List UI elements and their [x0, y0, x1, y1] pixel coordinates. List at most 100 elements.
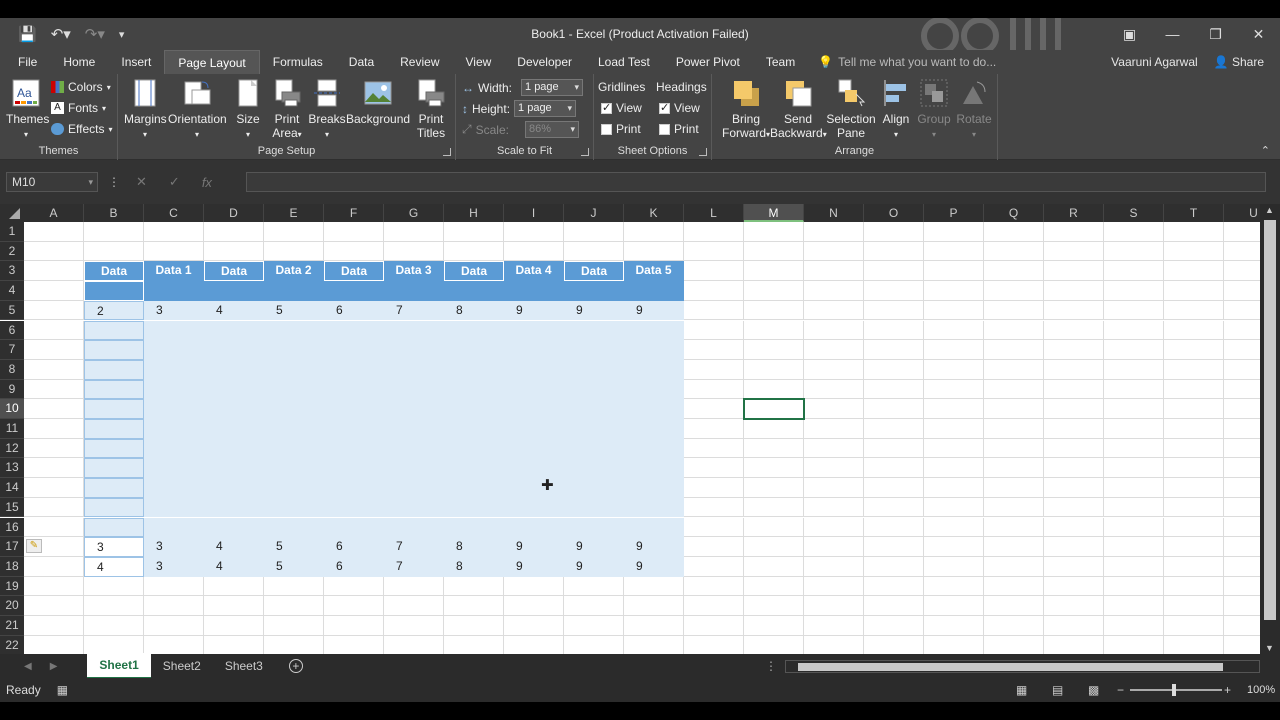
grid-cell[interactable] — [804, 300, 864, 321]
grid-cell[interactable] — [684, 281, 744, 301]
grid-cell[interactable] — [564, 596, 624, 616]
tab-developer[interactable]: Developer — [504, 50, 585, 74]
grid-cell[interactable] — [984, 241, 1044, 262]
table-cell[interactable] — [624, 419, 684, 439]
grid-cell[interactable] — [324, 635, 384, 656]
table-cell[interactable] — [264, 359, 324, 380]
grid-cell[interactable] — [1104, 616, 1164, 636]
grid-cell[interactable] — [144, 596, 204, 616]
grid-cell[interactable] — [684, 497, 744, 518]
table-header-cell[interactable] — [444, 281, 504, 301]
table-cell[interactable] — [444, 320, 504, 341]
grid-cell[interactable] — [324, 241, 384, 262]
grid-cell[interactable] — [864, 576, 924, 597]
group-button[interactable]: Group ▾ — [916, 78, 952, 142]
table-value-cell[interactable]: 5 — [264, 300, 324, 321]
row-header-17[interactable]: 17 — [0, 537, 24, 557]
grid-cell[interactable] — [984, 517, 1044, 538]
grid-cell[interactable] — [144, 241, 204, 262]
row-header-4[interactable]: 4 — [0, 281, 24, 301]
table-value-cell[interactable]: 6 — [324, 537, 384, 557]
grid-cell[interactable] — [864, 340, 924, 360]
collapse-ribbon-icon[interactable]: ⌃ — [1261, 144, 1270, 157]
table-cell[interactable] — [564, 359, 624, 380]
grid-cell[interactable] — [684, 478, 744, 498]
column-header-b[interactable]: B — [84, 204, 144, 222]
colors-button[interactable]: Colors ▾ — [51, 80, 111, 94]
table-cell[interactable] — [564, 517, 624, 538]
grid-cell[interactable] — [1104, 419, 1164, 439]
grid-cell[interactable] — [324, 596, 384, 616]
table-cell[interactable] — [624, 497, 684, 518]
grid-cell[interactable] — [984, 340, 1044, 360]
grid-cell[interactable] — [1164, 419, 1224, 439]
selection-pane-button[interactable]: Selection Pane — [826, 78, 876, 140]
grid-cell[interactable] — [864, 241, 924, 262]
grid-cell[interactable] — [624, 241, 684, 262]
grid-cell[interactable] — [1104, 241, 1164, 262]
grid-cell[interactable] — [804, 537, 864, 557]
table-cell[interactable] — [264, 399, 324, 419]
customize-qat-icon[interactable]: ▾ — [119, 28, 125, 41]
grid-cell[interactable] — [324, 222, 384, 242]
grid-cell[interactable] — [804, 517, 864, 538]
align-button[interactable]: Align ▾ — [878, 78, 914, 142]
grid-cell[interactable] — [1044, 596, 1104, 616]
table-cell[interactable] — [504, 419, 564, 439]
table-cell[interactable] — [204, 340, 264, 360]
table-value-cell[interactable]: 9 — [624, 300, 684, 321]
column-header-s[interactable]: S — [1104, 204, 1164, 222]
table-value-cell[interactable]: 9 — [564, 300, 624, 321]
grid-cell[interactable] — [1164, 222, 1224, 242]
table-cell[interactable] — [384, 379, 444, 400]
grid-cell[interactable] — [384, 635, 444, 656]
grid-cell[interactable] — [24, 596, 84, 616]
grid-cell[interactable] — [924, 359, 984, 380]
grid-cell[interactable] — [684, 458, 744, 479]
table-cell[interactable] — [324, 517, 384, 538]
column-header-i[interactable]: I — [504, 204, 564, 222]
table-cell[interactable] — [84, 438, 144, 459]
table-header-cell[interactable]: Data 3 — [384, 261, 444, 282]
table-header-cell[interactable]: Data 2 — [264, 261, 324, 282]
table-cell[interactable] — [324, 379, 384, 400]
grid-cell[interactable] — [24, 616, 84, 636]
row-header-12[interactable]: 12 — [0, 438, 24, 459]
table-cell[interactable] — [204, 320, 264, 341]
table-cell[interactable] — [264, 320, 324, 341]
grid-cell[interactable] — [744, 517, 804, 538]
breaks-button[interactable]: Breaks ▾ — [308, 78, 346, 142]
grid-cell[interactable] — [24, 576, 84, 597]
grid-cell[interactable] — [864, 222, 924, 242]
sheet-options-dialog-launcher[interactable] — [699, 148, 707, 156]
grid-cell[interactable] — [984, 616, 1044, 636]
grid-cell[interactable] — [684, 419, 744, 439]
grid-cell[interactable] — [984, 537, 1044, 557]
grid-cell[interactable] — [204, 596, 264, 616]
grid-cell[interactable] — [684, 537, 744, 557]
table-cell[interactable] — [384, 517, 444, 538]
grid-cell[interactable] — [924, 281, 984, 301]
grid-cell[interactable] — [864, 537, 924, 557]
grid-cell[interactable] — [24, 438, 84, 459]
grid-cell[interactable] — [24, 478, 84, 498]
grid-cell[interactable] — [744, 340, 804, 360]
grid-cell[interactable] — [1164, 340, 1224, 360]
table-value-cell[interactable]: 8 — [444, 556, 504, 577]
table-value-cell[interactable]: 3 — [144, 537, 204, 557]
grid-cell[interactable] — [864, 635, 924, 656]
grid-cell[interactable] — [1044, 241, 1104, 262]
table-cell[interactable] — [324, 497, 384, 518]
grid-cell[interactable] — [504, 241, 564, 262]
grid-cell[interactable] — [624, 596, 684, 616]
table-cell[interactable] — [444, 399, 504, 419]
grid-cell[interactable] — [744, 300, 804, 321]
grid-cell[interactable] — [1104, 340, 1164, 360]
grid-cell[interactable] — [1104, 222, 1164, 242]
grid-cell[interactable] — [924, 222, 984, 242]
grid-cell[interactable] — [1044, 458, 1104, 479]
insert-function-icon[interactable]: fx — [202, 175, 212, 190]
grid-cell[interactable] — [1104, 320, 1164, 341]
grid-cell[interactable] — [1044, 399, 1104, 419]
row-header-2[interactable]: 2 — [0, 241, 24, 262]
